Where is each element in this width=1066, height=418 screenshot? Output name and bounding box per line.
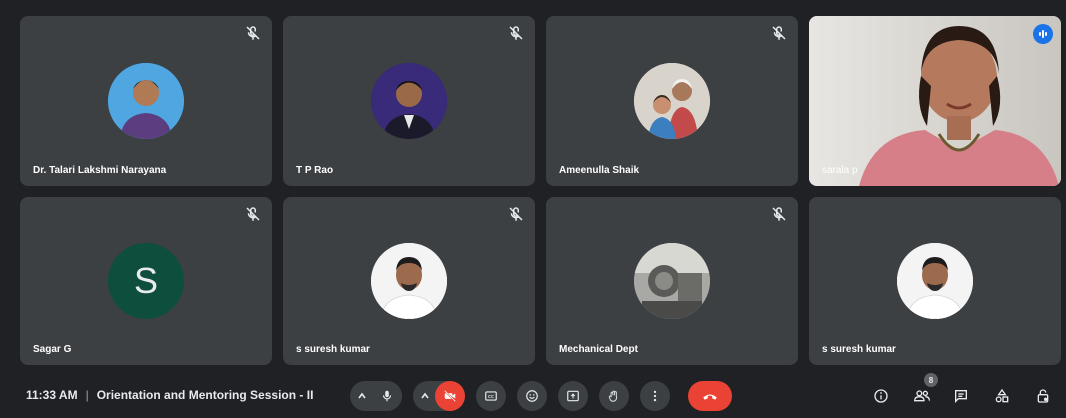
mic-off-icon: [507, 24, 525, 42]
participant-tile[interactable]: S Sagar G: [20, 197, 272, 365]
leave-call-button[interactable]: [688, 381, 732, 411]
avatar: [108, 63, 184, 139]
chevron-up-icon: [421, 392, 429, 399]
captions-button[interactable]: CC: [476, 381, 506, 411]
participant-name: Ameenulla Shaik: [559, 165, 640, 176]
meeting-controls-bar: 11:33 AM | Orientation and Mentoring Sessi…: [0, 373, 1066, 418]
participant-tile[interactable]: T P Rao: [283, 16, 535, 186]
participant-name: Sagar G: [33, 344, 72, 355]
raise-hand-icon: [608, 390, 617, 402]
participant-name: Dr. Talari Lakshmi Narayana: [33, 165, 167, 176]
present-screen-button[interactable]: [558, 381, 588, 411]
more-options-icon: [653, 390, 657, 402]
avatar-initial: S: [108, 243, 184, 319]
chat-button[interactable]: [946, 381, 976, 411]
participant-tile[interactable]: Dr. Talari Lakshmi Narayana: [20, 16, 272, 186]
activities-icon: [995, 388, 1009, 403]
people-button[interactable]: [907, 381, 937, 411]
emoji-icon: [526, 390, 538, 402]
more-options-button[interactable]: [640, 381, 670, 411]
participant-name: T P Rao: [296, 165, 334, 176]
present-icon: [567, 390, 579, 402]
participant-name: s suresh kumar: [296, 344, 370, 355]
meeting-info: 11:33 AM | Orientation and Mentoring Sessi…: [26, 388, 313, 402]
svg-text:CC: CC: [488, 394, 494, 399]
participant-tile[interactable]: Ameenulla Shaik: [546, 16, 798, 186]
participant-tile[interactable]: s suresh kumar: [283, 197, 535, 365]
participant-name: s suresh kumar: [822, 344, 896, 355]
emoji-reaction-button[interactable]: [517, 381, 547, 411]
info-icon: [874, 389, 888, 403]
people-icon: [913, 390, 930, 402]
end-call-icon: [703, 394, 717, 400]
avatar: [897, 243, 973, 319]
video-options-button[interactable]: [413, 381, 437, 411]
mic-off-icon: [770, 205, 788, 223]
meeting-title: Orientation and Mentoring Session - II: [96, 388, 314, 402]
chat-icon: [955, 390, 967, 403]
mic-off-icon: [244, 205, 262, 223]
mic-icon: [382, 390, 392, 402]
mic-off-icon: [770, 24, 788, 42]
avatar: [634, 243, 710, 319]
participant-name: sarala p: [822, 165, 858, 176]
separator: |: [85, 388, 89, 402]
audio-level-icon: [1033, 24, 1053, 44]
chevron-up-icon: [358, 392, 366, 399]
participant-name: Mechanical Dept: [559, 344, 638, 355]
captions-icon: CC: [485, 391, 497, 401]
video-feed: [809, 16, 1061, 186]
clock-time: 11:33 AM: [26, 388, 78, 402]
host-controls-icon: [1037, 389, 1049, 403]
avatar: [371, 63, 447, 139]
activities-button[interactable]: [987, 381, 1017, 411]
raise-hand-button[interactable]: [599, 381, 629, 411]
avatar: [634, 63, 710, 139]
camera-off-icon: [444, 390, 456, 402]
mic-button[interactable]: [372, 381, 402, 411]
participant-tile[interactable]: Mechanical Dept: [546, 197, 798, 365]
avatar: [371, 243, 447, 319]
mic-off-icon: [244, 24, 262, 42]
camera-button[interactable]: [435, 381, 465, 411]
host-controls-button[interactable]: [1028, 381, 1058, 411]
participant-tile-active-speaker[interactable]: sarala p: [809, 16, 1061, 186]
participant-tile[interactable]: s suresh kumar: [809, 197, 1061, 365]
meeting-details-button[interactable]: [866, 381, 896, 411]
mic-off-icon: [507, 205, 525, 223]
audio-options-button[interactable]: [350, 381, 374, 411]
